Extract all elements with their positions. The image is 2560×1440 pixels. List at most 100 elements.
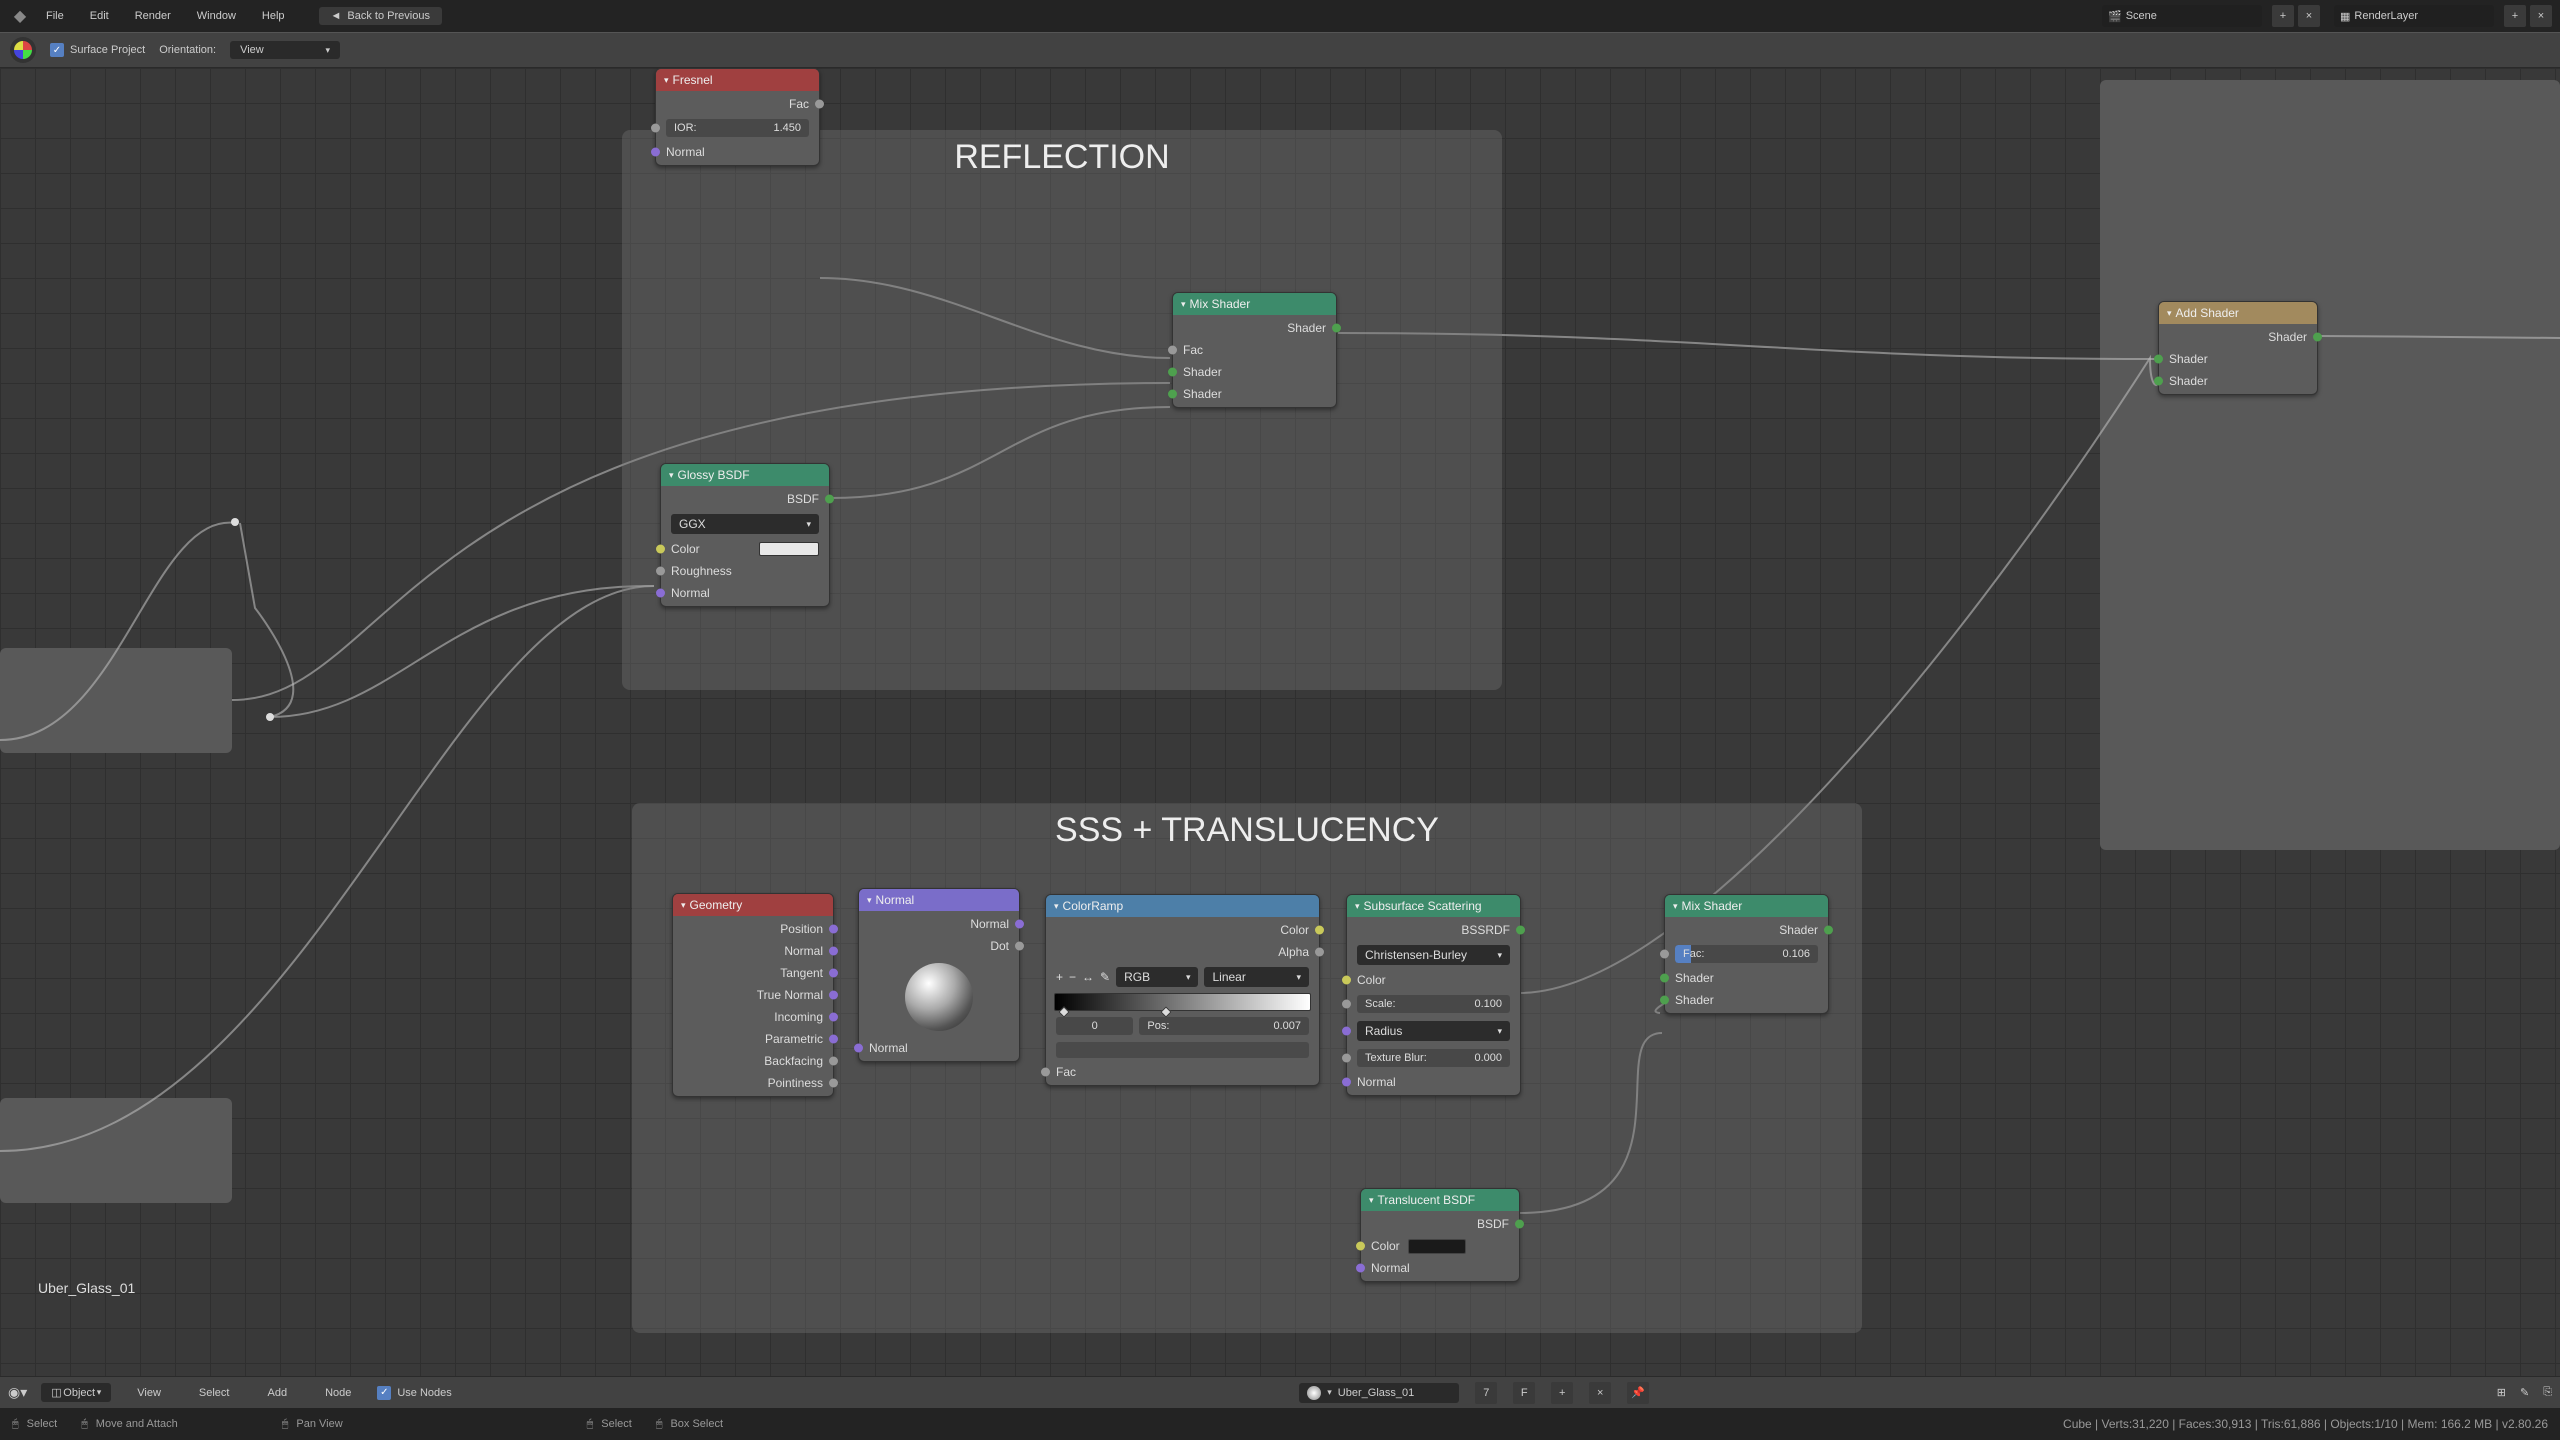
socket-incoming-out[interactable]: Incoming — [673, 1006, 833, 1028]
cursor-tool-icon[interactable] — [10, 37, 36, 63]
node-add-header[interactable]: ▾Add Shader — [2159, 302, 2317, 324]
node-geometry-header[interactable]: ▾Geometry — [673, 894, 833, 916]
material-add-button[interactable]: + — [1551, 1382, 1573, 1404]
node-subsurface-scattering[interactable]: ▾Subsurface Scattering BSSRDF Christense… — [1346, 894, 1521, 1096]
node-fresnel-header[interactable]: ▾Fresnel — [656, 69, 819, 91]
normal-sphere-preview[interactable] — [905, 963, 973, 1031]
orientation-dropdown[interactable]: View ▾ — [230, 41, 340, 59]
back-to-previous-button[interactable]: ◄ Back to Previous — [319, 7, 442, 25]
translucent-color-swatch[interactable] — [1408, 1239, 1466, 1254]
socket-fac-in[interactable]: Fac — [1046, 1061, 1319, 1083]
socket-true-normal-out[interactable]: True Normal — [673, 984, 833, 1006]
field-scale[interactable]: Scale:0.100 — [1347, 991, 1520, 1017]
collapse-icon[interactable]: ▾ — [1355, 901, 1360, 912]
material-selector[interactable]: ▾ Uber_Glass_01 — [1299, 1383, 1459, 1403]
socket-shader-out[interactable]: Shader — [2159, 326, 2317, 348]
socket-normal-in[interactable]: Normal — [859, 1037, 1019, 1059]
node-glossy-bsdf[interactable]: ▾Glossy BSDF BSDF GGX▾ Color Roughness N… — [660, 463, 830, 607]
ramp-tools-icon[interactable]: ✎ — [1100, 970, 1110, 984]
socket-shader2-in[interactable]: Shader — [1173, 383, 1336, 405]
surface-project-checkbox[interactable]: ✓ — [50, 43, 64, 57]
material-fake-user-button[interactable]: F — [1513, 1382, 1535, 1404]
material-users-count[interactable]: 7 — [1475, 1382, 1497, 1404]
socket-fac-in[interactable]: Fac — [1173, 339, 1336, 361]
field-falloff[interactable]: Christensen-Burley▾ — [1347, 941, 1520, 969]
node-translucent-bsdf[interactable]: ▾Translucent BSDF BSDF Color Normal — [1360, 1188, 1520, 1282]
menu-file[interactable]: File — [34, 6, 76, 26]
socket-shader1-in[interactable]: Shader — [2159, 348, 2317, 370]
field-ior[interactable]: IOR:1.450 — [656, 115, 819, 141]
renderlayer-add-button[interactable]: + — [2504, 5, 2526, 27]
socket-alpha-out[interactable]: Alpha — [1046, 941, 1319, 963]
ramp-add-icon[interactable]: + — [1056, 970, 1063, 984]
object-mode-dropdown[interactable]: ◫ Object ▾ — [41, 1383, 111, 1402]
color-swatch[interactable] — [759, 542, 819, 556]
menu-render[interactable]: Render — [123, 6, 183, 26]
socket-color-in[interactable]: Color — [1361, 1235, 1519, 1257]
node-mix-shader-1[interactable]: ▾Mix Shader Shader Fac Shader Shader — [1172, 292, 1337, 408]
menu-help[interactable]: Help — [250, 6, 297, 26]
socket-color-in[interactable]: Color — [1347, 969, 1520, 991]
ramp-remove-icon[interactable]: − — [1069, 970, 1076, 984]
socket-roughness-in[interactable]: Roughness — [661, 560, 829, 582]
field-distribution[interactable]: GGX▾ — [661, 510, 829, 538]
colorramp-gradient[interactable] — [1054, 993, 1311, 1011]
socket-bssrdf-out[interactable]: BSSRDF — [1347, 919, 1520, 941]
socket-shader-out[interactable]: Shader — [1665, 919, 1828, 941]
node-editor-canvas[interactable]: REFLECTION ▾Fresnel Fac IOR:1.450 Normal… — [0, 68, 2560, 1376]
socket-bsdf-out[interactable]: BSDF — [661, 488, 829, 510]
use-nodes-checkbox[interactable]: ✓ — [377, 1386, 391, 1400]
node-add-shader[interactable]: ▾Add Shader Shader Shader Shader — [2158, 301, 2318, 395]
socket-normal-in[interactable]: Normal — [1361, 1257, 1519, 1279]
renderlayer-selector[interactable]: ▦ RenderLayer — [2334, 5, 2494, 27]
ramp-mode-dropdown[interactable]: RGB▾ — [1116, 967, 1198, 987]
collapse-icon[interactable]: ▾ — [2167, 308, 2172, 319]
node-sss-header[interactable]: ▾Subsurface Scattering — [1347, 895, 1520, 917]
menu-select[interactable]: Select — [187, 1383, 242, 1403]
socket-shader-out[interactable]: Shader — [1173, 317, 1336, 339]
collapse-icon[interactable]: ▾ — [1673, 901, 1678, 912]
collapse-icon[interactable]: ▾ — [664, 75, 669, 86]
node-geometry[interactable]: ▾Geometry Position Normal Tangent True N… — [672, 893, 834, 1097]
socket-fac-out[interactable]: Fac — [656, 93, 819, 115]
node-mix2-header[interactable]: ▾Mix Shader — [1665, 895, 1828, 917]
collapse-icon[interactable]: ▾ — [1054, 901, 1059, 912]
field-fac[interactable]: Fac:0.106 — [1665, 941, 1828, 967]
collapse-icon[interactable]: ▾ — [681, 900, 686, 911]
socket-bsdf-out[interactable]: BSDF — [1361, 1213, 1519, 1235]
offscreen-node-left-2[interactable] — [0, 1098, 232, 1203]
node-translucent-header[interactable]: ▾Translucent BSDF — [1361, 1189, 1519, 1211]
scene-add-button[interactable]: + — [2272, 5, 2294, 27]
collapse-icon[interactable]: ▾ — [1181, 299, 1186, 310]
socket-color-in[interactable]: Color — [661, 538, 829, 560]
socket-pointiness-out[interactable]: Pointiness — [673, 1072, 833, 1094]
ramp-interp-dropdown[interactable]: Linear▾ — [1204, 967, 1309, 987]
collapse-icon[interactable]: ▾ — [867, 895, 872, 906]
node-colorramp-header[interactable]: ▾ColorRamp — [1046, 895, 1319, 917]
node-colorramp[interactable]: ▾ColorRamp Color Alpha + − ↔ ✎ RGB▾ Line… — [1045, 894, 1320, 1086]
scene-selector[interactable]: 🎬 Scene — [2102, 5, 2262, 27]
menu-add[interactable]: Add — [255, 1383, 299, 1403]
socket-normal-out[interactable]: Normal — [673, 940, 833, 962]
menu-window[interactable]: Window — [185, 6, 248, 26]
node-mix1-header[interactable]: ▾Mix Shader — [1173, 293, 1336, 315]
ramp-flip-icon[interactable]: ↔ — [1082, 970, 1094, 984]
socket-position-out[interactable]: Position — [673, 918, 833, 940]
socket-normal-in[interactable]: Normal — [661, 582, 829, 604]
ramp-pos-field[interactable]: Pos:0.007 — [1139, 1017, 1309, 1035]
editor-type-icon[interactable]: ◉▾ — [8, 1384, 27, 1401]
node-normal-header[interactable]: ▾Normal — [859, 889, 1019, 911]
socket-normal-in[interactable]: Normal — [656, 141, 819, 163]
node-glossy-header[interactable]: ▾Glossy BSDF — [661, 464, 829, 486]
node-fresnel[interactable]: ▾Fresnel Fac IOR:1.450 Normal — [655, 68, 820, 166]
material-name-field[interactable]: Uber_Glass_01 — [1338, 1387, 1414, 1399]
snap-icon[interactable]: ⊞ — [2497, 1386, 2506, 1399]
menu-view[interactable]: View — [125, 1383, 173, 1403]
socket-color-out[interactable]: Color — [1046, 919, 1319, 941]
socket-normal-in[interactable]: Normal — [1347, 1071, 1520, 1093]
node-mix-shader-2[interactable]: ▾Mix Shader Shader Fac:0.106 Shader Shad… — [1664, 894, 1829, 1014]
menu-edit[interactable]: Edit — [78, 6, 121, 26]
socket-tangent-out[interactable]: Tangent — [673, 962, 833, 984]
collapse-icon[interactable]: ▾ — [669, 470, 674, 481]
socket-shader1-in[interactable]: Shader — [1665, 967, 1828, 989]
